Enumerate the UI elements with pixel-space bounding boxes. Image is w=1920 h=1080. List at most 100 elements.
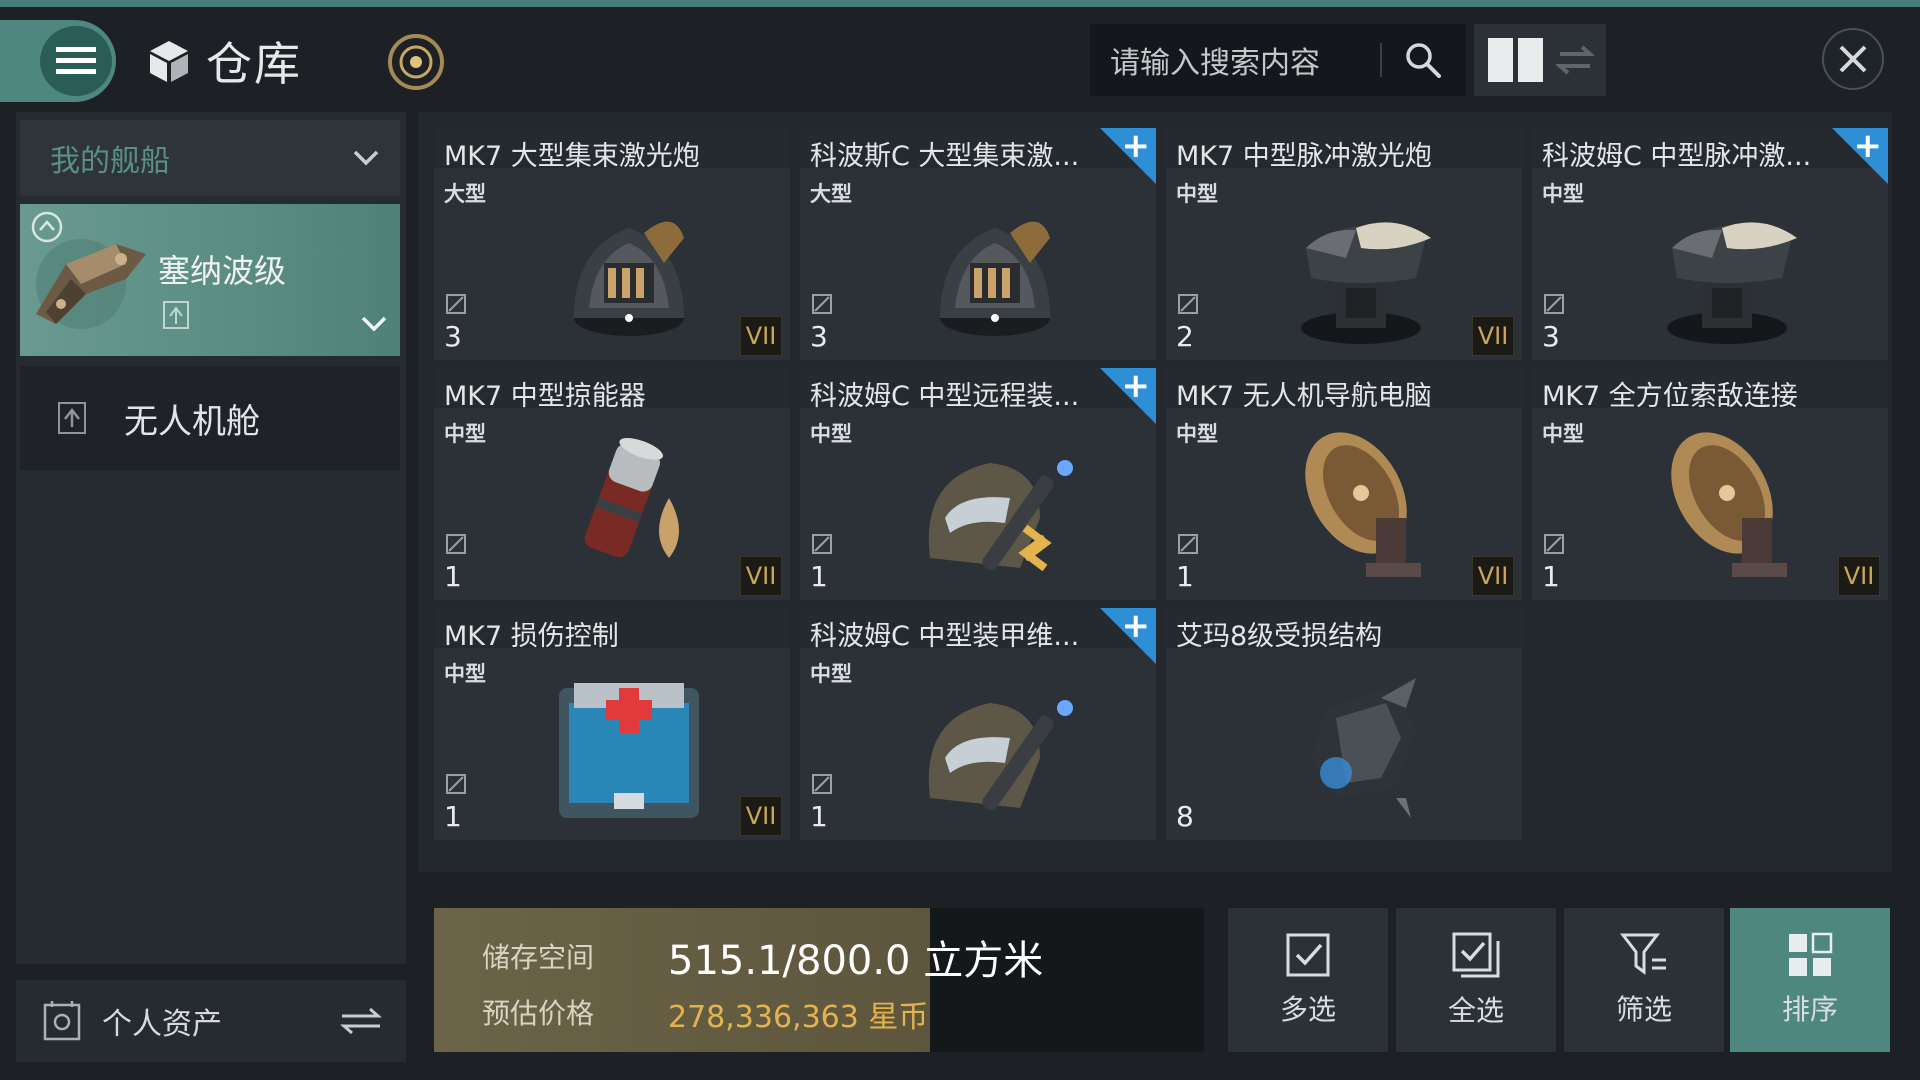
search-input[interactable]: 请输入搜索内容 (1110, 38, 1380, 82)
assets-icon (43, 1001, 81, 1041)
item-quantity: 1 (444, 560, 462, 593)
item-quantity: 1 (444, 800, 462, 833)
lock-icon (1178, 294, 1198, 318)
filter-icon (1620, 933, 1666, 975)
filter-label: 筛选 (1615, 993, 1672, 1026)
item-card[interactable]: 科波斯C 大型集束激... 大型 3 + (800, 128, 1156, 360)
item-size-class: 中型 (810, 662, 852, 686)
close-button[interactable] (1822, 28, 1884, 90)
lock-icon (812, 774, 832, 798)
lock-icon (446, 774, 466, 798)
lock-icon (812, 294, 832, 318)
item-size-class: 中型 (444, 662, 486, 686)
plus-icon: + (1121, 608, 1151, 646)
item-size-class: 大型 (810, 182, 852, 206)
assets-label: 个人资产 (102, 1007, 222, 1042)
storage-space-value: 515.1/800.0 立方米 (668, 938, 1044, 984)
personal-assets-button[interactable]: 个人资产 (16, 980, 406, 1062)
item-card[interactable]: MK7 大型集束激光炮大型 3 VII (434, 128, 790, 360)
view-toggle[interactable] (1474, 24, 1606, 96)
lock-icon (446, 294, 466, 318)
multi-select-label: 多选 (1279, 993, 1336, 1026)
item-name: 科波姆C 中型远程装... (810, 381, 1080, 412)
sidebar: 我的舰船 塞纳波级 无人机舱 (16, 112, 406, 964)
filter-button[interactable]: 筛选 (1564, 908, 1724, 1052)
item-size-class: 大型 (444, 182, 486, 206)
cargo-bay-icon[interactable] (160, 300, 192, 330)
armor-repairer-icon (900, 648, 1090, 838)
item-card[interactable]: MK7 中型掠能器 中型 1 VII (434, 368, 790, 600)
item-grade-badge: VII (1838, 556, 1880, 596)
sort-button[interactable]: 排序 (1730, 908, 1890, 1052)
list-view-icon[interactable] (1556, 44, 1594, 76)
beam-laser-turret-icon (534, 168, 724, 358)
item-size-class: 中型 (1176, 182, 1218, 206)
item-size-class: 中型 (1176, 422, 1218, 446)
item-card[interactable]: 科波姆C 中型远程装... 中型 1 + (800, 368, 1156, 600)
item-card[interactable]: MK7 中型脉冲激光炮 中型 2 VII (1166, 128, 1522, 360)
item-size-class: 中型 (444, 422, 486, 446)
energy-neutralizer-icon (534, 408, 724, 598)
item-grade-badge: VII (740, 796, 782, 836)
item-grade-badge: VII (740, 316, 782, 356)
item-name: 科波斯C 大型集束激... (810, 141, 1080, 172)
top-accent-line (0, 0, 1920, 7)
sort-label: 排序 (1781, 993, 1838, 1026)
drone-bay-icon (58, 402, 86, 434)
item-name: 科波姆C 中型脉冲激... (1542, 141, 1812, 172)
ship-item-selected[interactable]: 塞纳波级 (20, 204, 400, 356)
storage-summary: 储存空间 515.1/800.0 立方米 预估价格 278,336,363 星币 (434, 908, 1204, 1052)
item-quantity: 1 (1542, 560, 1560, 593)
swap-icon (340, 1007, 382, 1035)
satellite-dish-icon (1632, 408, 1822, 598)
select-all-label: 全选 (1447, 994, 1504, 1027)
satellite-dish-icon (1266, 408, 1456, 598)
storage-space-label: 储存空间 (482, 941, 595, 974)
item-card[interactable]: 科波姆C 中型装甲维... 中型 1 + (800, 608, 1156, 840)
ship-category-label: 我的舰船 (50, 144, 170, 179)
remote-armor-repairer-icon (900, 408, 1090, 598)
pulse-laser-turret-icon (1266, 168, 1456, 358)
menu-button[interactable] (0, 20, 116, 102)
estimated-price-value: 278,336,363 星币 (668, 1000, 929, 1035)
item-quantity: 3 (444, 320, 462, 353)
item-card[interactable]: MK7 损伤控制中型 1 VII (434, 608, 790, 840)
damaged-structure-icon (1266, 648, 1456, 838)
item-grade-badge: VII (1472, 556, 1514, 596)
item-name: 科波姆C 中型装甲维... (810, 621, 1080, 652)
item-card[interactable]: MK7 无人机导航电脑 中型 1 VII (1166, 368, 1522, 600)
chevron-down-icon[interactable] (360, 314, 388, 334)
item-card[interactable]: 艾玛8级受损结构 8 (1166, 608, 1522, 840)
select-all-icon (1452, 932, 1500, 978)
grid-view-icon[interactable] (1488, 38, 1544, 82)
item-quantity: 1 (810, 560, 828, 593)
chevron-down-icon (353, 150, 379, 166)
title-text: 仓库 (206, 37, 302, 91)
cube-icon (150, 41, 188, 82)
item-size-class: 中型 (1542, 422, 1584, 446)
lock-icon (1178, 534, 1198, 558)
select-all-button[interactable]: 全选 (1396, 908, 1556, 1052)
ship-category-dropdown[interactable]: 我的舰船 (20, 120, 400, 196)
search-bar[interactable]: 请输入搜索内容 (1090, 24, 1466, 96)
item-quantity: 1 (810, 800, 828, 833)
item-name: MK7 损伤控制 (444, 621, 619, 652)
target-icon[interactable] (384, 30, 448, 94)
item-card[interactable]: MK7 全方位索敌连接 中型 1 VII (1532, 368, 1888, 600)
item-name: 艾玛8级受损结构 (1176, 621, 1383, 652)
inventory-grid: MK7 大型集束激光炮大型 3 VII 科波斯C 大型集束激... 大型 3 + MK7 … (418, 112, 1892, 872)
item-quantity: 3 (810, 320, 828, 353)
item-name: MK7 大型集束激光炮 (444, 141, 700, 172)
hamburger-icon (56, 47, 96, 74)
drone-bay-tab[interactable]: 无人机舱 (20, 366, 400, 470)
search-icon[interactable] (1404, 41, 1442, 79)
search-divider (1380, 43, 1382, 77)
item-grade-badge: VII (740, 556, 782, 596)
multi-select-button[interactable]: 多选 (1228, 908, 1388, 1052)
item-quantity: 8 (1176, 800, 1194, 833)
plus-icon: + (1853, 128, 1883, 166)
item-quantity: 3 (1542, 320, 1560, 353)
item-card[interactable]: 科波姆C 中型脉冲激... 中型 3 + (1532, 128, 1888, 360)
beam-laser-turret-icon (900, 168, 1090, 358)
plus-icon: + (1121, 128, 1151, 166)
